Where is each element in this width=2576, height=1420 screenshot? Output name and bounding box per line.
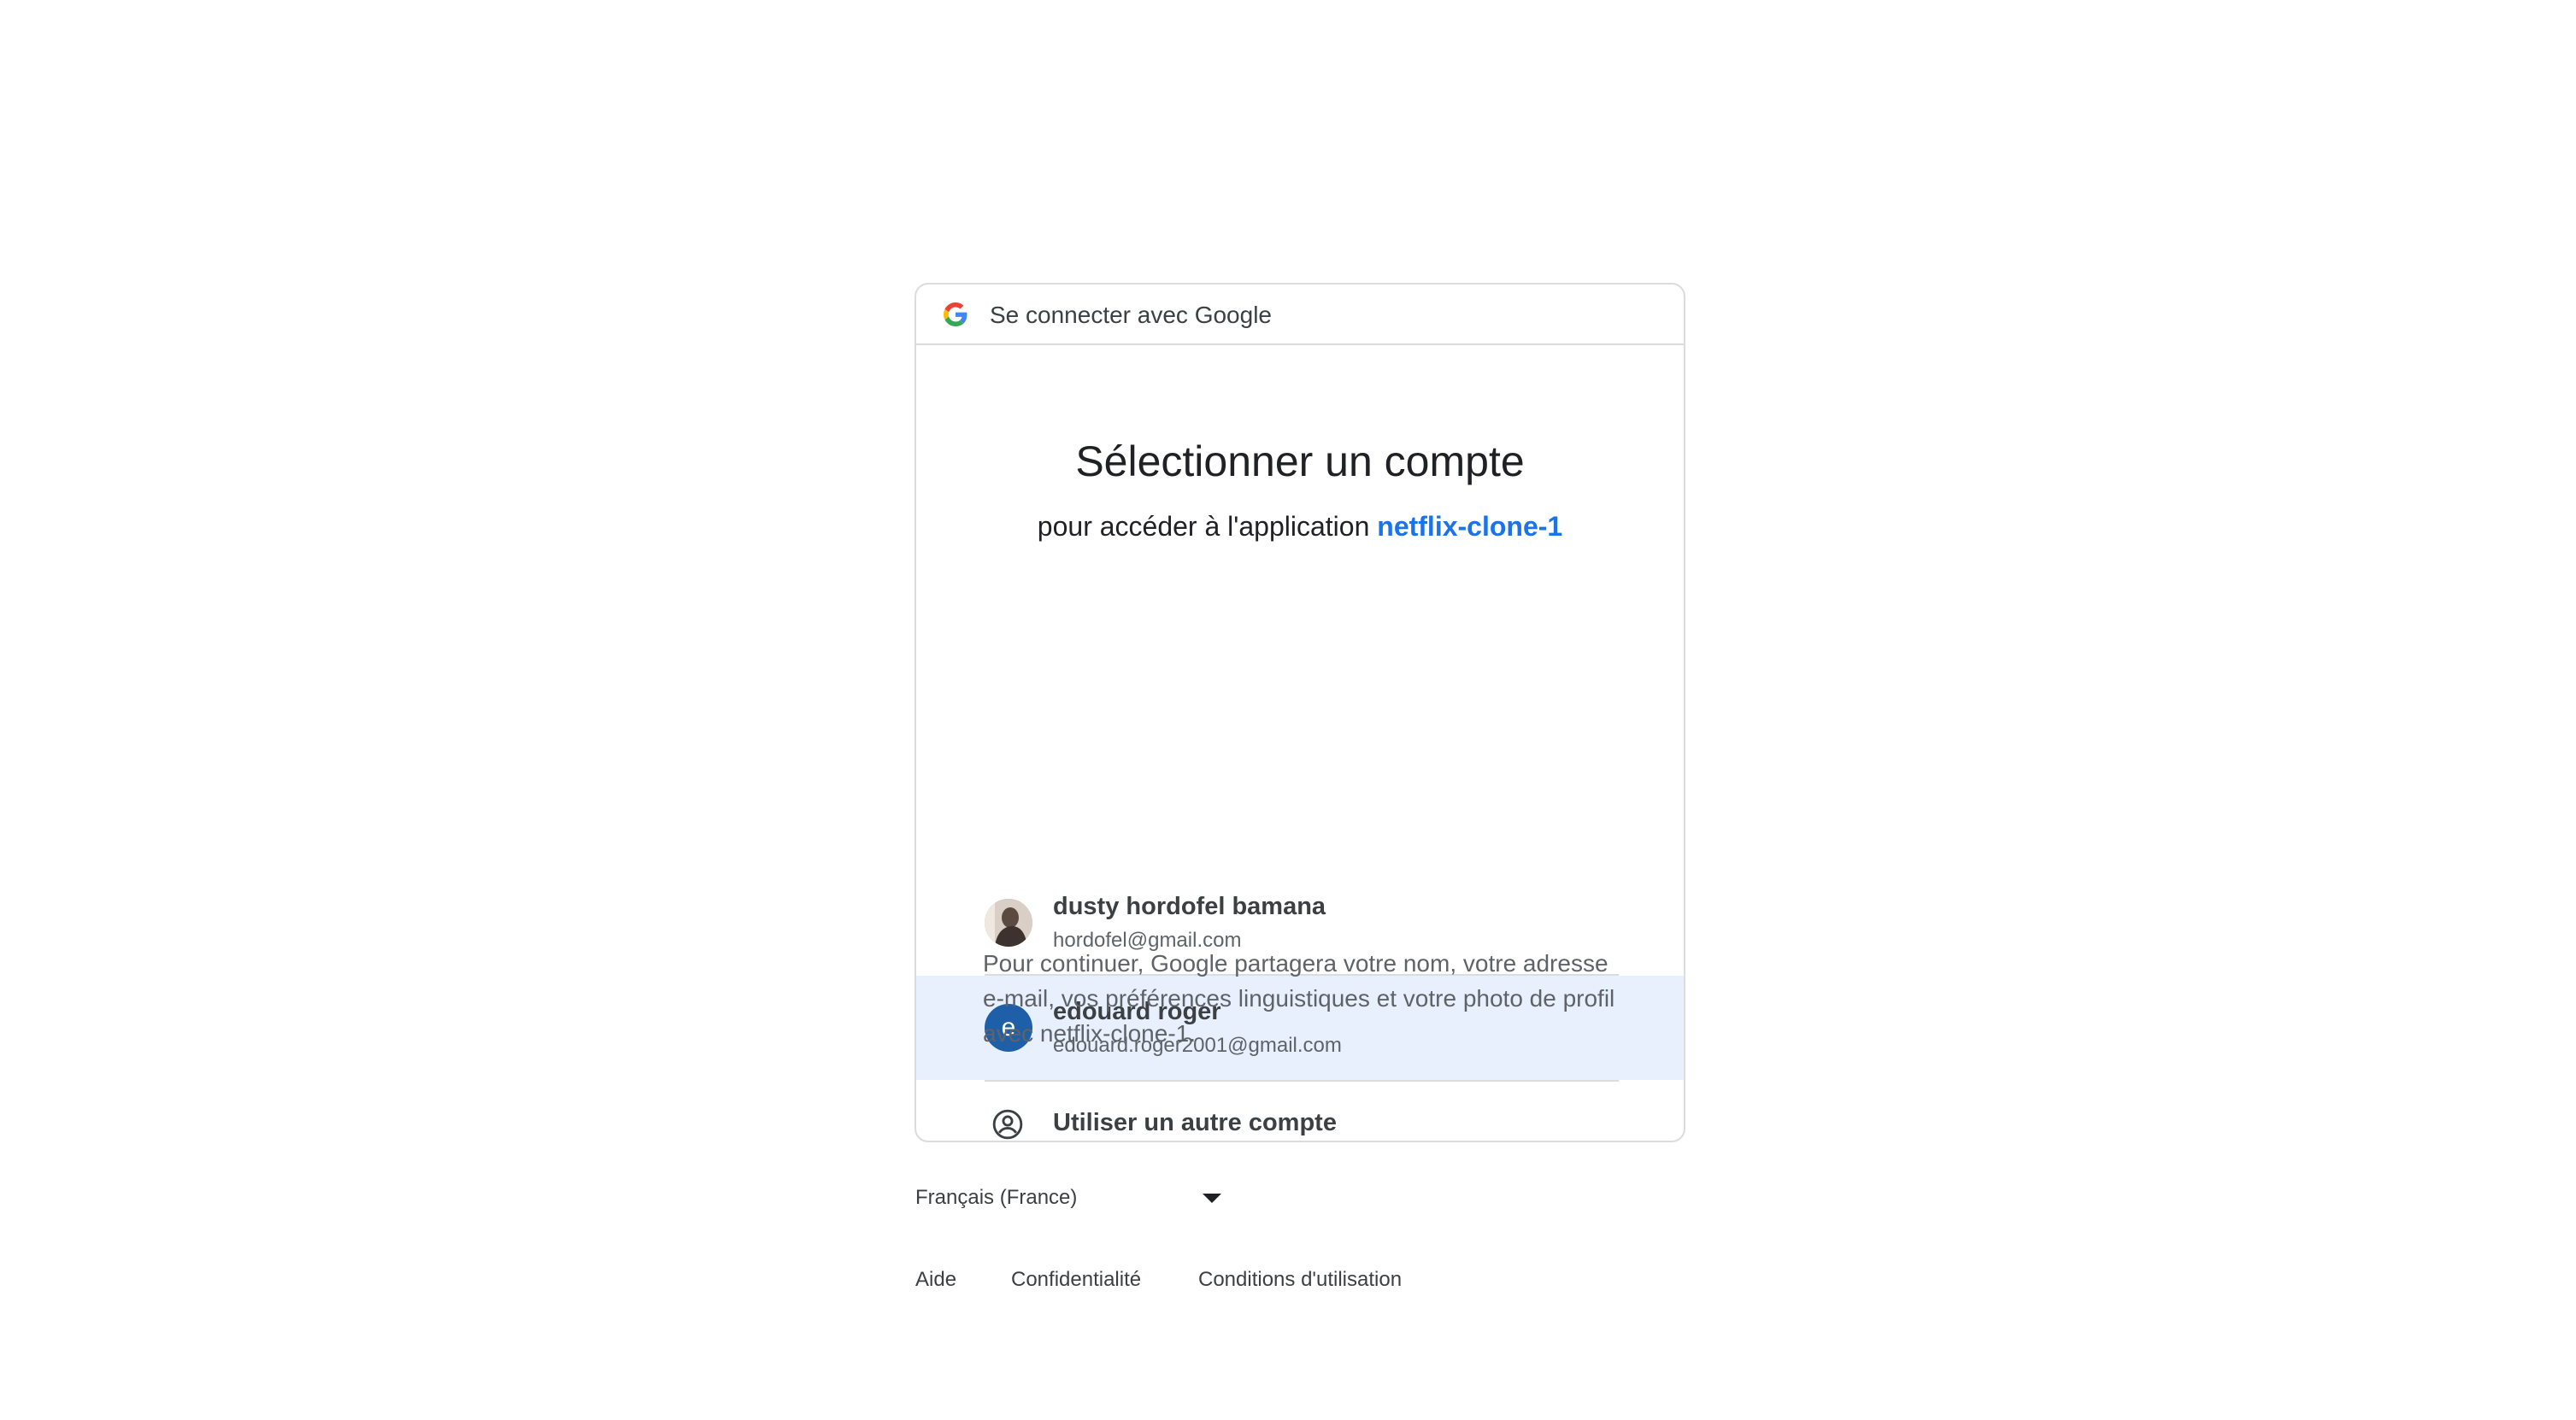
chevron-down-icon [1203, 1194, 1221, 1203]
terms-link[interactable]: Conditions d'utilisation [1198, 1268, 1402, 1292]
use-another-account-label: Utiliser un autre compte [1053, 1109, 1337, 1136]
account-name: dusty hordofel bamana [1053, 893, 1326, 920]
use-another-account-button[interactable]: Utiliser un autre compte [916, 1082, 1684, 1141]
header-title: Se connecter avec Google [990, 302, 1272, 328]
user-photo-icon [985, 899, 1032, 947]
app-name-link[interactable]: netflix-clone-1 [1377, 511, 1562, 542]
help-link[interactable]: Aide [915, 1268, 956, 1292]
card-header: Se connecter avec Google [916, 285, 1684, 345]
consent-text: Pour continuer, Google partagera votre n… [983, 950, 1615, 1047]
language-select[interactable]: Français (France) [915, 1179, 1232, 1222]
subtitle-prefix: pour accéder à l'application [1037, 511, 1378, 542]
page-subtitle: pour accéder à l'application netflix-clo… [916, 505, 1684, 548]
account-circle-icon [992, 1109, 1023, 1140]
language-label: Français (France) [915, 1186, 1078, 1209]
page-title: Sélectionner un compte [1075, 437, 1525, 485]
avatar [985, 899, 1032, 947]
google-g-icon [944, 302, 967, 326]
privacy-link[interactable]: Confidentialité [1011, 1268, 1141, 1292]
